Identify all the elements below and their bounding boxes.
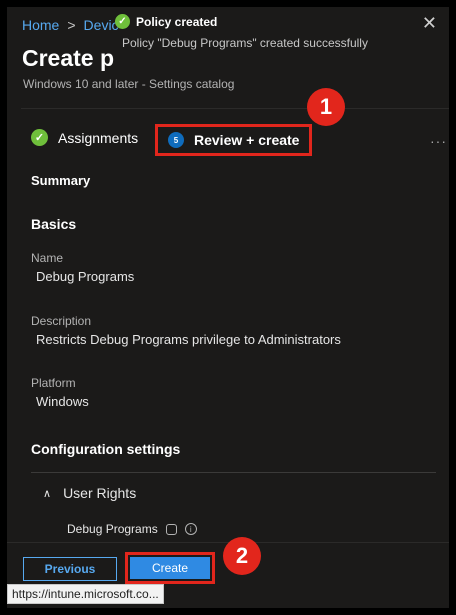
- user-rights-label: User Rights: [63, 485, 137, 501]
- page-subtitle: Windows 10 and later - Settings catalog: [23, 77, 235, 91]
- description-label: Description: [31, 314, 92, 328]
- policy-created-toast: ✓ Policy created Policy "Debug Programs"…: [115, 14, 415, 60]
- check-circle-icon: ✓: [31, 129, 48, 146]
- tab-review-create-label: Review + create: [194, 132, 300, 148]
- check-circle-icon: ✓: [115, 14, 130, 29]
- tab-assignments[interactable]: ✓ Assignments: [31, 129, 138, 146]
- name-value: Debug Programs: [36, 269, 135, 284]
- summary-heading: Summary: [31, 173, 91, 188]
- chevron-up-icon: ∧: [43, 487, 52, 500]
- breadcrumb-devices[interactable]: Devic: [84, 17, 119, 33]
- create-button-highlight: Create: [125, 552, 215, 584]
- breadcrumb-separator: >: [67, 17, 76, 33]
- basics-heading: Basics: [31, 216, 77, 232]
- toast-title: Policy created: [136, 14, 218, 29]
- close-icon[interactable]: ✕: [422, 13, 437, 34]
- toast-message: Policy "Debug Programs" created successf…: [122, 36, 368, 50]
- step-number-icon: 5: [168, 132, 184, 148]
- tab-assignments-label: Assignments: [58, 129, 139, 146]
- header-divider: [21, 108, 449, 109]
- platform-label: Platform: [31, 376, 76, 390]
- name-label: Name: [31, 251, 64, 265]
- description-value: Restricts Debug Programs privilege to Ad…: [36, 332, 341, 347]
- breadcrumb-home[interactable]: Home: [22, 17, 59, 33]
- platform-value: Windows: [36, 394, 89, 409]
- callout-badge-1: 1: [307, 88, 345, 126]
- tab-review-create[interactable]: 5 Review + create: [155, 124, 312, 156]
- breadcrumb: Home > Devic: [22, 17, 119, 33]
- user-rights-group[interactable]: ∧ User Rights: [43, 485, 136, 501]
- status-bar-url: https://intune.microsoft.co...: [7, 584, 164, 604]
- app-frame: Home > Devic Create p Windows 10 and lat…: [7, 7, 449, 608]
- page-title: Create p: [22, 45, 115, 71]
- setting-row: Debug Programs i: [67, 522, 197, 536]
- configuration-settings-heading: Configuration settings: [31, 441, 181, 457]
- info-icon[interactable]: i: [184, 523, 197, 535]
- more-options-icon[interactable]: ···: [430, 133, 447, 149]
- previous-button[interactable]: Previous: [23, 557, 117, 581]
- create-button[interactable]: Create: [130, 557, 210, 579]
- copy-icon[interactable]: [165, 523, 177, 535]
- callout-badge-2: 2: [223, 537, 261, 575]
- setting-label: Debug Programs: [67, 522, 158, 536]
- configuration-divider: [31, 472, 436, 473]
